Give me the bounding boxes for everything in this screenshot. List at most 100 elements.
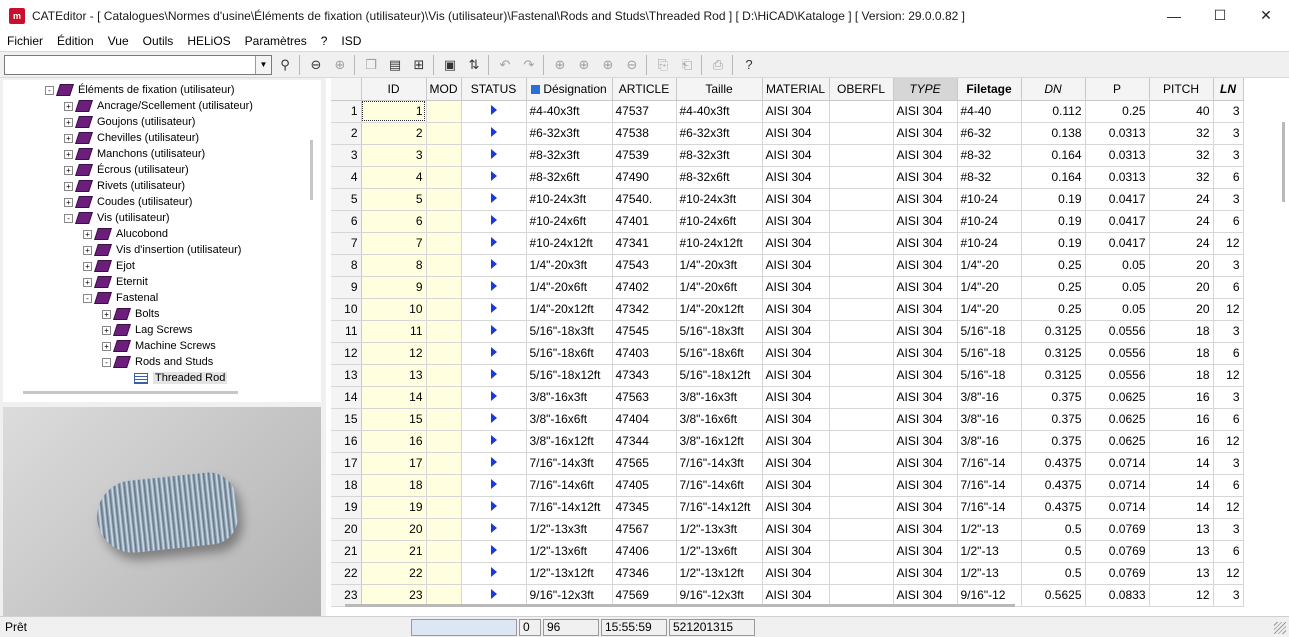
cell-designation[interactable]: 7/16"-14x3ft [526, 452, 613, 475]
tree-item-rivets-utilisateur[interactable]: + Rivets (utilisateur) [64, 178, 185, 194]
cell-p[interactable]: 0.0769 [1085, 518, 1150, 541]
cell-oberfl[interactable] [829, 188, 894, 211]
cell-material[interactable]: AISI 304 [762, 254, 830, 277]
cell-dn[interactable]: 0.25 [1021, 298, 1086, 321]
cell-ln[interactable]: 3 [1213, 100, 1244, 123]
cell-material[interactable]: AISI 304 [762, 188, 830, 211]
cell-ln[interactable]: 6 [1213, 474, 1244, 497]
cell-material[interactable]: AISI 304 [762, 518, 830, 541]
cell-status[interactable] [461, 408, 527, 431]
cell-taille[interactable]: 1/2"-13x12ft [676, 562, 763, 585]
cell-p[interactable]: 0.0714 [1085, 474, 1150, 497]
table-row[interactable]: 7 7 #10-24x12ft 47341 #10-24x12ft AISI 304 AIS… [331, 232, 1244, 255]
column-header-dn[interactable]: DN [1021, 78, 1086, 101]
cell-pitch[interactable]: 16 [1149, 430, 1214, 453]
cell-p[interactable]: 0.0313 [1085, 166, 1150, 189]
cell-p[interactable]: 0.0417 [1085, 188, 1150, 211]
column-header-designation[interactable]: Désignation [526, 78, 613, 101]
tree-horizontal-scrollbar[interactable] [23, 391, 238, 394]
cell-oberfl[interactable] [829, 452, 894, 475]
cell-designation[interactable]: 3/8"-16x12ft [526, 430, 613, 453]
cell-pitch[interactable]: 13 [1149, 540, 1214, 563]
cell-article[interactable]: 47405 [612, 474, 677, 497]
cell-ln[interactable]: 3 [1213, 452, 1244, 475]
cell-type[interactable]: AISI 304 [893, 254, 958, 277]
cell-ln[interactable]: 3 [1213, 254, 1244, 277]
cell-type[interactable]: AISI 304 [893, 584, 958, 607]
cell-status[interactable] [461, 342, 527, 365]
table-row[interactable]: 18 18 7/16"-14x6ft 47405 7/16"-14x6ft AISI 30… [331, 474, 1244, 497]
cell-p[interactable]: 0.0625 [1085, 430, 1150, 453]
cell-filetage[interactable]: 1/4"-20 [957, 276, 1022, 299]
cell-status[interactable] [426, 298, 462, 321]
cell-material[interactable]: AISI 304 [762, 430, 830, 453]
cell-filetage[interactable]: #4-40 [957, 100, 1022, 123]
cell-pitch[interactable]: 32 [1149, 122, 1214, 145]
cell-dn[interactable]: 0.25 [1021, 276, 1086, 299]
cell-status[interactable] [426, 452, 462, 475]
cell-type[interactable]: AISI 304 [893, 276, 958, 299]
cell-ln[interactable]: 12 [1213, 430, 1244, 453]
cell-taille[interactable]: 1/4"-20x6ft [676, 276, 763, 299]
cell-pitch[interactable]: 32 [1149, 166, 1214, 189]
cell-article[interactable]: 47402 [612, 276, 677, 299]
cell-oberfl[interactable] [829, 232, 894, 255]
cell-article[interactable]: 47345 [612, 496, 677, 519]
expand-icon[interactable]: + [83, 229, 92, 239]
cell-filetage[interactable]: 1/4"-20 [957, 298, 1022, 321]
cell-pitch[interactable]: 20 [1149, 276, 1214, 299]
cell-ln[interactable]: 12 [1213, 562, 1244, 585]
cell-mod[interactable]: 10 [361, 298, 427, 321]
cell-p[interactable]: 0.0769 [1085, 540, 1150, 563]
cell-material[interactable]: AISI 304 [762, 496, 830, 519]
cell-type[interactable]: AISI 304 [893, 452, 958, 475]
column-header-taille[interactable]: Taille [676, 78, 763, 101]
row-number[interactable]: 21 [331, 540, 362, 563]
menu-helios[interactable]: HELiOS [180, 31, 237, 51]
cell-designation[interactable]: 3/8"-16x6ft [526, 408, 613, 431]
cell-p[interactable]: 0.0556 [1085, 342, 1150, 365]
cell-taille[interactable]: 1/2"-13x3ft [676, 518, 763, 541]
cell-mod[interactable]: 23 [361, 584, 427, 607]
tree-item-vis-d-insertion-utilisateur[interactable]: + Vis d'insertion (utilisateur) [83, 242, 241, 258]
cell-type[interactable]: AISI 304 [893, 188, 958, 211]
cell-mod[interactable]: 6 [361, 210, 427, 233]
insert-row-icon[interactable]: ⊕ [549, 54, 571, 76]
cell-filetage[interactable]: 1/2"-13 [957, 518, 1022, 541]
table-row[interactable]: 15 15 3/8"-16x6ft 47404 3/8"-16x6ft AISI 304 A… [331, 408, 1244, 431]
cell-type[interactable]: AISI 304 [893, 408, 958, 431]
table-row[interactable]: 13 13 5/16"-18x12ft 47343 5/16"-18x12ft AISI … [331, 364, 1244, 387]
cell-designation[interactable]: 1/2"-13x12ft [526, 562, 613, 585]
cell-mod[interactable]: 7 [361, 232, 427, 255]
cell-material[interactable]: AISI 304 [762, 298, 830, 321]
cell-status[interactable] [461, 474, 527, 497]
column-header-oberfl[interactable]: OBERFL [829, 78, 894, 101]
dropdown-arrow-icon[interactable]: ▼ [255, 55, 271, 74]
cell-taille[interactable]: 3/8"-16x6ft [676, 408, 763, 431]
table-row[interactable]: 5 5 #10-24x3ft 47540. #10-24x3ft AISI 304 AISI… [331, 188, 1244, 211]
cell-pitch[interactable]: 24 [1149, 188, 1214, 211]
table-row[interactable]: 12 12 5/16"-18x6ft 47403 5/16"-18x6ft AISI 30… [331, 342, 1244, 365]
cell-designation[interactable]: #4-40x3ft [526, 100, 613, 123]
cell-designation[interactable]: 3/8"-16x3ft [526, 386, 613, 409]
table-vertical-scrollbar[interactable] [1282, 122, 1285, 202]
cell-mod[interactable]: 4 [361, 166, 427, 189]
cell-article[interactable]: 47540. [612, 188, 677, 211]
cell-mod[interactable]: 8 [361, 254, 427, 277]
cell-filetage[interactable]: #10-24 [957, 232, 1022, 255]
tree-item-fastenal[interactable]: - Fastenal [83, 290, 158, 306]
app-logo-icon[interactable]: m [9, 7, 25, 24]
resize-grip-icon[interactable] [1274, 622, 1286, 634]
cell-article[interactable]: 47545 [612, 320, 677, 343]
cell-filetage[interactable]: #8-32 [957, 166, 1022, 189]
tree-item-elements-de-fixation-utilisateur[interactable]: - Éléments de fixation (utilisateur) [45, 82, 235, 98]
cell-mod[interactable]: 16 [361, 430, 427, 453]
table-row[interactable]: 11 11 5/16"-18x3ft 47545 5/16"-18x3ft AISI 30… [331, 320, 1244, 343]
cell-article[interactable]: 47344 [612, 430, 677, 453]
cell-status[interactable] [426, 408, 462, 431]
cell-pitch[interactable]: 14 [1149, 496, 1214, 519]
cell-p[interactable]: 0.05 [1085, 254, 1150, 277]
cell-status[interactable] [461, 232, 527, 255]
cell-pitch[interactable]: 16 [1149, 408, 1214, 431]
table-row[interactable]: 16 16 3/8"-16x12ft 47344 3/8"-16x12ft AISI 30… [331, 430, 1244, 453]
